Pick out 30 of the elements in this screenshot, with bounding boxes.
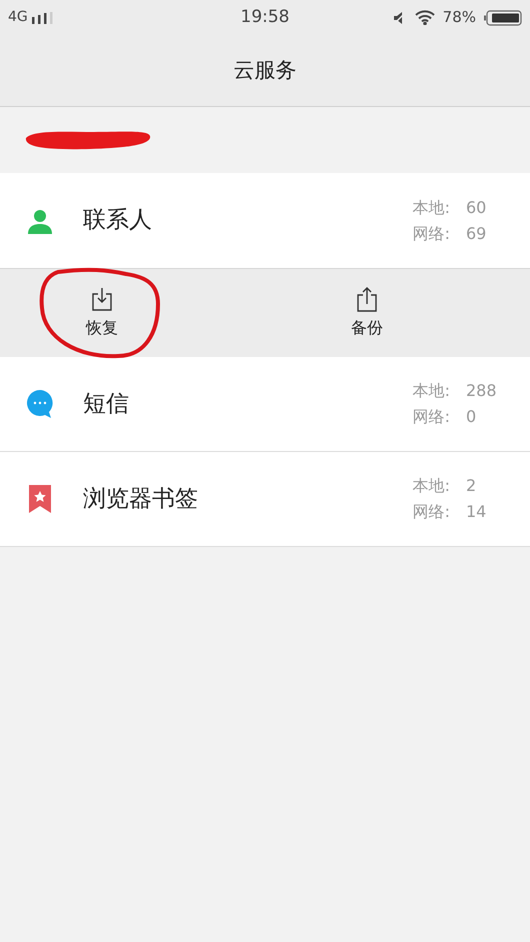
- stat-value: 14: [466, 501, 488, 523]
- stat-value: 0: [466, 406, 478, 428]
- share-icon: [356, 286, 378, 312]
- action-button[interactable]: 备份: [343, 282, 391, 344]
- stat-label: 本地:: [412, 380, 450, 402]
- stat-value: 60: [466, 196, 488, 218]
- stat-value: 288: [466, 380, 498, 402]
- signal-icon: [32, 12, 54, 24]
- bookmark-icon: [29, 485, 51, 513]
- sync-row[interactable]: 短信 本地: 288 网络: 0: [0, 357, 530, 452]
- chat-bubble-icon: [26, 389, 54, 419]
- battery-percent: 78%: [442, 7, 476, 28]
- stat-label: 本地:: [412, 196, 450, 218]
- download-icon: [91, 286, 113, 312]
- stat-label: 网络:: [412, 501, 450, 523]
- battery-icon: [484, 10, 522, 26]
- page-title: 云服务: [234, 56, 296, 84]
- clock: 19:58: [240, 6, 290, 29]
- row-title: 联系人: [83, 206, 153, 236]
- network-type: 4G: [8, 8, 28, 27]
- stat-value: 2: [466, 475, 478, 497]
- sync-row[interactable]: 联系人 本地: 60 网络: 69: [0, 173, 530, 268]
- sync-row[interactable]: 浏览器书签 本地: 2 网络: 14: [0, 452, 530, 547]
- row-title: 浏览器书签: [83, 484, 199, 514]
- wifi-icon: [414, 10, 435, 25]
- stat-value: 69: [466, 222, 488, 244]
- row-title: 短信: [83, 390, 130, 419]
- stat-label: 网络:: [412, 406, 450, 428]
- stat-label: 网络:: [412, 222, 450, 244]
- stat-label: 本地:: [412, 475, 450, 497]
